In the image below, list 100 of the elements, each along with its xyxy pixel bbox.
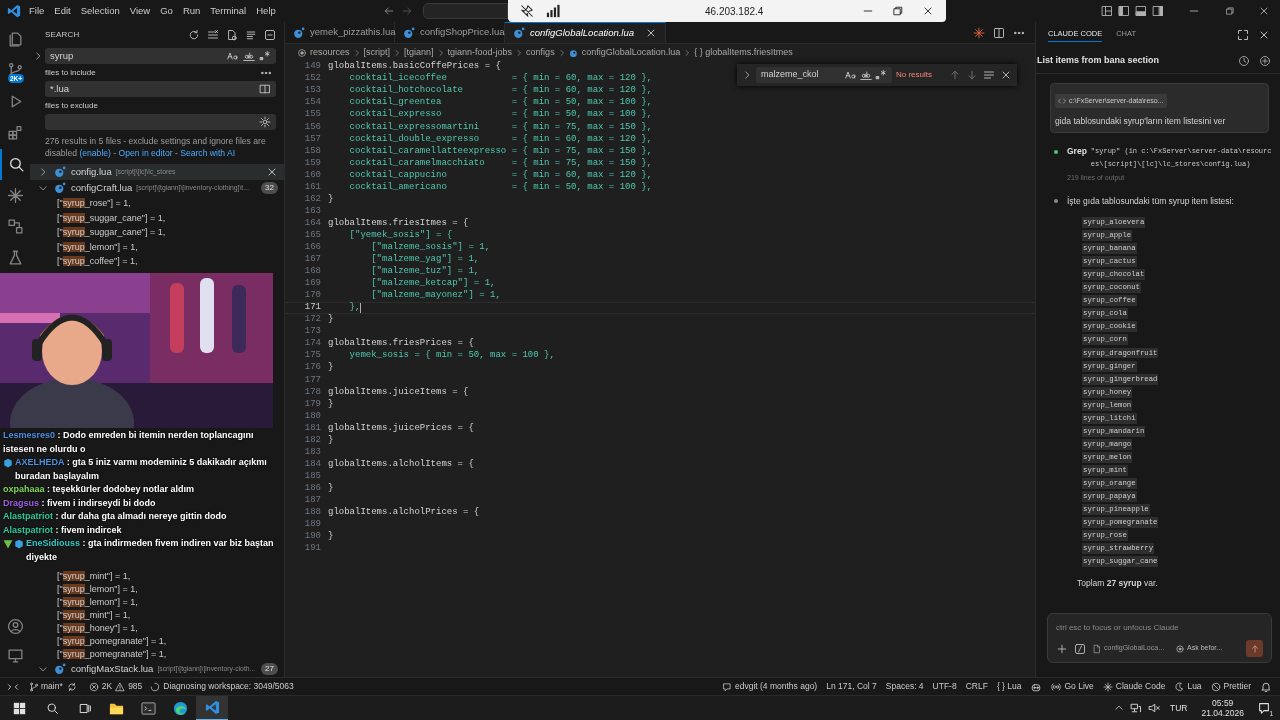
new-search-editor-icon[interactable] (226, 29, 238, 41)
maximize-icon[interactable] (1237, 29, 1249, 41)
status-item[interactable]: Spaces: 4 (885, 680, 924, 693)
pin-off-icon[interactable] (520, 4, 534, 18)
chevron-right-icon[interactable] (38, 167, 48, 177)
history-icon[interactable] (1238, 54, 1250, 67)
menu-item[interactable]: Go (160, 3, 173, 19)
ban-icon[interactable] (1210, 681, 1221, 692)
secondary-sidebar-toggle-icon[interactable] (1152, 5, 1164, 17)
status-item[interactable]: Go Live (1051, 680, 1094, 693)
search-result[interactable]: ["syrup_rose"] = 1, (30, 196, 284, 211)
search-icon[interactable] (7, 155, 25, 173)
search-result[interactable]: ["syrup_lemon"] = 1, (30, 596, 284, 609)
search-result[interactable]: ["syrup_lemon"] = 1, (30, 583, 284, 596)
book-icon[interactable] (259, 83, 271, 95)
moon-icon[interactable] (1174, 681, 1185, 692)
show-hidden-icons-icon[interactable] (1113, 703, 1124, 713)
regex-icon[interactable] (259, 50, 271, 62)
browser-icon[interactable] (172, 700, 188, 716)
spark-icon[interactable] (6, 186, 24, 204)
breadcrumb-item[interactable]: [script] (363, 45, 391, 60)
terminal-icon[interactable] (140, 700, 156, 716)
restore-icon[interactable] (1225, 6, 1235, 16)
search-icon[interactable] (46, 701, 59, 715)
search-result[interactable]: ["syrup_pomegranate"] = 1, (30, 635, 284, 648)
status-item[interactable]: CRLF (965, 680, 988, 693)
search-result[interactable]: ["syrup_mint"] = 1, (30, 609, 284, 622)
spinner-icon[interactable] (150, 681, 161, 692)
remote-explorer-icon[interactable] (6, 217, 24, 235)
search-result[interactable]: ["syrup_coffee"] = 1, (30, 254, 284, 269)
git-blame-icon[interactable] (722, 681, 732, 692)
branch-status[interactable]: main* (29, 680, 63, 693)
status-item[interactable]: Claude Code (1102, 680, 1166, 693)
toggle-replace-icon[interactable] (742, 70, 752, 80)
account-icon[interactable] (6, 618, 24, 635)
breadcrumb-item[interactable]: configs (526, 45, 555, 60)
back-icon[interactable] (383, 5, 395, 17)
clear-results-icon[interactable] (207, 29, 219, 41)
search-result[interactable]: ["syrup_suggar_cane"] = 1, (30, 210, 284, 226)
notification-center-icon[interactable] (1257, 701, 1271, 715)
find-field[interactable]: malzeme_ckol (756, 67, 892, 83)
slash-command-icon[interactable] (1074, 642, 1086, 655)
menu-item[interactable]: File (29, 3, 45, 19)
status-item[interactable]: { } Lua (996, 680, 1022, 693)
extensions-icon[interactable] (6, 124, 24, 142)
menu-item[interactable]: Edit (54, 3, 71, 19)
include-field[interactable]: *.lua (45, 81, 276, 97)
close-icon[interactable] (1258, 29, 1270, 41)
notifications-icon[interactable] (1260, 680, 1272, 693)
code-editor-icon[interactable] (204, 699, 220, 715)
editor-tab[interactable]: yemek_pizzathis.lua (285, 22, 395, 43)
dismiss-icon[interactable] (266, 166, 278, 178)
search-result[interactable]: ["syrup_mint"] = 1, (30, 570, 284, 583)
breadcrumb-item[interactable]: [tgiann] (404, 45, 434, 60)
search-field[interactable]: syrup (45, 48, 276, 64)
start-icon[interactable] (13, 701, 26, 715)
match-case-icon[interactable] (227, 50, 239, 62)
collapse-all-icon[interactable] (264, 29, 276, 41)
split-editor-icon[interactable] (993, 26, 1005, 39)
menu-item[interactable]: Selection (80, 3, 120, 19)
status-item[interactable]: UTF-8 (932, 680, 957, 693)
link[interactable]: Open in editor (118, 148, 173, 158)
network-icon[interactable] (1129, 702, 1142, 714)
task-view-icon[interactable] (79, 701, 92, 715)
breadcrumb-item[interactable]: resources (310, 45, 350, 60)
status-item[interactable]: Ln 171, Col 7 (826, 680, 877, 693)
warning-icon[interactable] (115, 681, 126, 692)
search-result[interactable]: ["syrup_honey"] = 1, (30, 622, 284, 635)
restore-icon[interactable] (892, 5, 904, 17)
monitor-icon[interactable] (6, 647, 24, 664)
clock-time[interactable]: 05:59 (1212, 698, 1234, 708)
spark-icon[interactable] (973, 26, 985, 39)
panel-toggle-icon[interactable] (1135, 5, 1147, 17)
file-icon[interactable] (1092, 643, 1102, 654)
clock-date[interactable]: 21.04.2026 (1201, 708, 1244, 718)
sync-icon[interactable] (66, 681, 77, 692)
menu-item[interactable]: Help (256, 3, 276, 19)
exclude-field[interactable] (45, 114, 276, 130)
editor-tab[interactable]: configGlobalLocation.lua (505, 22, 667, 43)
sidebar-toggle-icon[interactable] (1118, 5, 1130, 17)
whole-word-icon[interactable] (243, 50, 255, 62)
spark-icon[interactable] (1102, 681, 1113, 692)
status-item[interactable]: Lua (1174, 680, 1202, 693)
branch-icon[interactable] (29, 681, 39, 692)
problems-status[interactable]: 2K 985 (88, 680, 143, 693)
new-conversation-icon[interactable] (1259, 54, 1271, 67)
breadcrumb-item[interactable]: tgiann-food-jobs (447, 45, 513, 60)
mode-icon[interactable] (1175, 643, 1186, 654)
breadcrumb-item[interactable]: { } globalItems.friesItmes (694, 45, 793, 60)
regex-icon[interactable] (875, 69, 887, 81)
whole-word-icon[interactable] (860, 69, 872, 81)
chevron-right-icon[interactable] (33, 51, 43, 61)
find-in-selection-icon[interactable] (983, 69, 995, 81)
target-icon[interactable] (297, 47, 307, 58)
speaker-muted-icon[interactable] (1147, 702, 1160, 714)
close-icon[interactable] (922, 5, 934, 17)
link[interactable]: (enable) (79, 148, 111, 158)
close-icon[interactable] (1000, 69, 1012, 81)
close-icon[interactable] (1258, 5, 1270, 17)
chevron-down-icon[interactable] (38, 664, 48, 674)
